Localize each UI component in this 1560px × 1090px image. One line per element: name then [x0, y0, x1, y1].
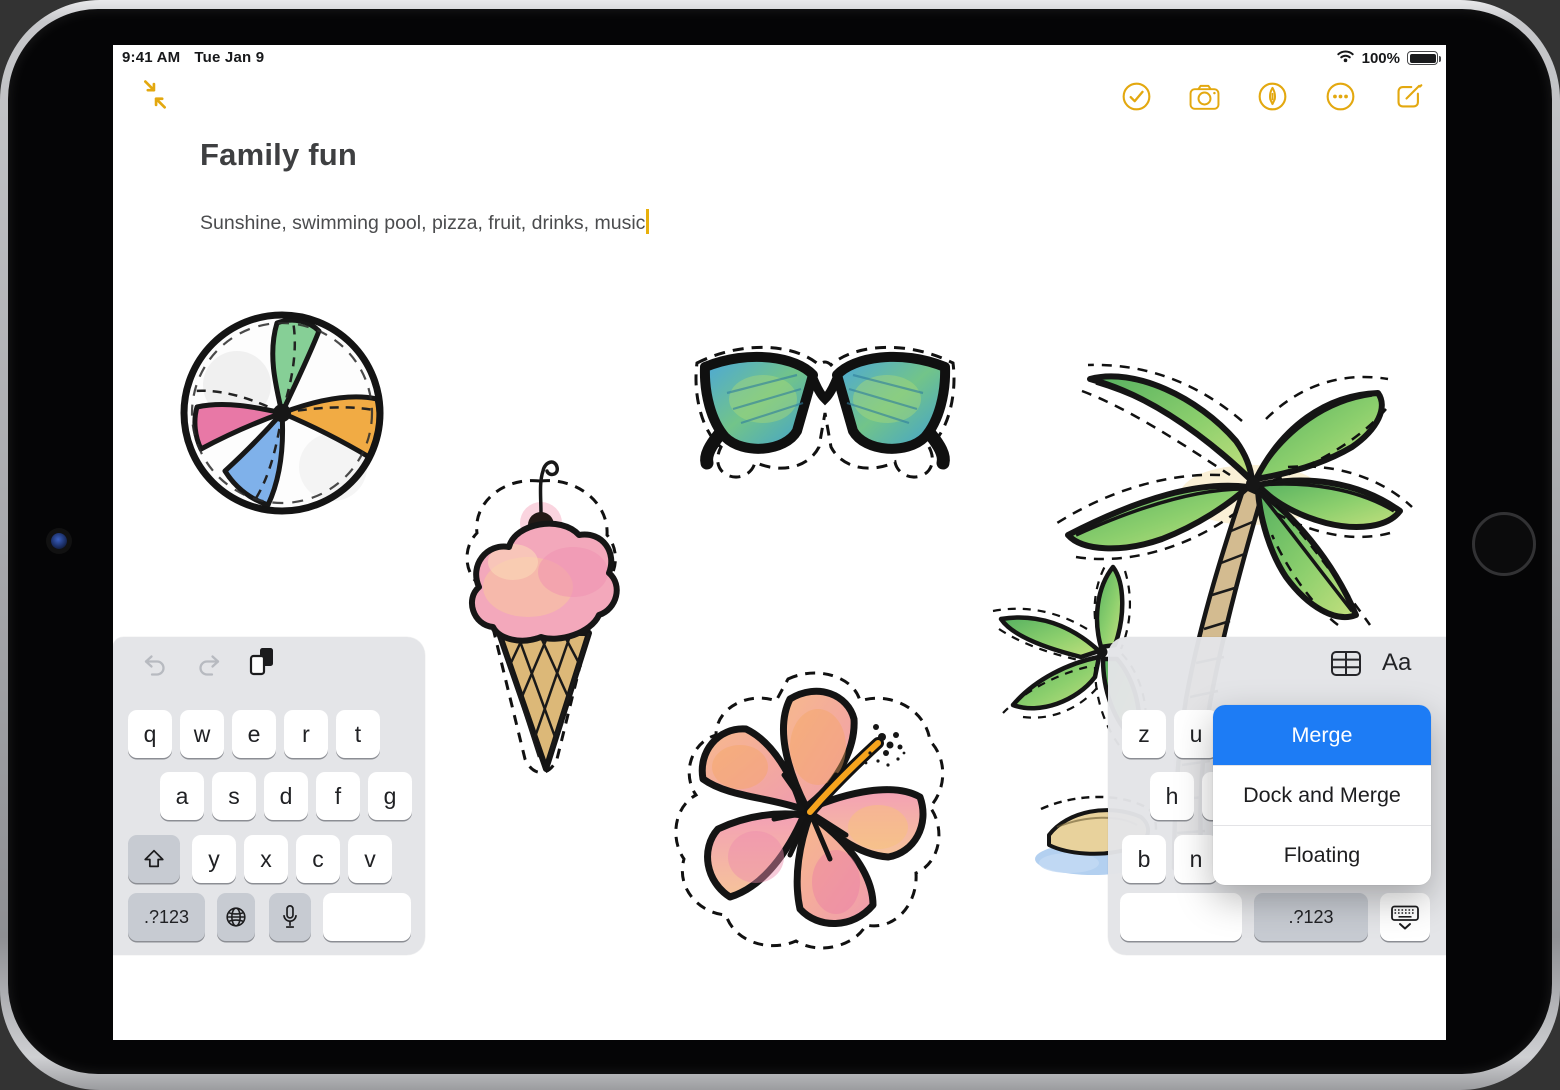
front-camera — [51, 533, 67, 549]
dismiss-keyboard-key[interactable] — [1380, 893, 1430, 941]
note-body-text: Sunshine, swimming pool, pizza, fruit, d… — [200, 212, 646, 234]
undo-icon[interactable] — [141, 651, 169, 679]
checklist-icon[interactable] — [1121, 82, 1152, 111]
sticker-ice-cream-cone[interactable] — [443, 437, 643, 787]
key-b[interactable]: b — [1122, 835, 1166, 883]
battery-percent: 100% — [1361, 49, 1400, 67]
format-button[interactable]: Aa — [1382, 649, 1411, 677]
status-bar-left: 9:41 AM Tue Jan 9 — [122, 49, 264, 66]
key-y[interactable]: y — [192, 835, 236, 883]
camera-icon[interactable] — [1189, 82, 1220, 111]
paste-icon[interactable] — [247, 646, 277, 680]
sticker-hibiscus-flower[interactable] — [668, 657, 958, 957]
markup-icon[interactable] — [1257, 82, 1288, 111]
note-toolbar — [1121, 82, 1424, 111]
sticker-sunglasses[interactable] — [685, 331, 965, 491]
key-u[interactable]: u — [1174, 710, 1218, 758]
compose-icon[interactable] — [1393, 82, 1424, 111]
note-body[interactable]: Sunshine, swimming pool, pizza, fruit, d… — [200, 209, 650, 235]
status-bar-right: 100% — [1336, 48, 1441, 68]
globe-icon — [223, 904, 249, 930]
menu-item-merge[interactable]: Merge — [1213, 705, 1431, 765]
keyboard-left-half: q w e r t a s d f g y x c v .?123 — [113, 637, 425, 955]
notes-app-screen: 9:41 AM Tue Jan 9 100% Family fun Sunshi… — [113, 45, 1446, 1040]
battery-icon — [1407, 51, 1441, 65]
redo-icon[interactable] — [195, 651, 223, 679]
key-n[interactable]: n — [1174, 835, 1218, 883]
text-cursor — [646, 209, 650, 234]
more-icon[interactable] — [1325, 82, 1356, 111]
key-v[interactable]: v — [348, 835, 392, 883]
key-t[interactable]: t — [336, 710, 380, 758]
key-d[interactable]: d — [264, 772, 308, 820]
key-c[interactable]: c — [296, 835, 340, 883]
ipad-device-edge: 9:41 AM Tue Jan 9 100% Family fun Sunshi… — [0, 0, 1560, 1090]
home-button[interactable] — [1472, 512, 1536, 576]
key-a[interactable]: a — [160, 772, 204, 820]
key-g[interactable]: g — [368, 772, 412, 820]
key-z[interactable]: z — [1122, 710, 1166, 758]
sticker-beach-ball[interactable] — [171, 307, 393, 522]
keyboard-layout-menu: Merge Dock and Merge Floating — [1213, 705, 1431, 885]
status-date: Tue Jan 9 — [194, 49, 265, 66]
globe-key[interactable] — [217, 893, 255, 941]
dictation-key[interactable] — [269, 893, 311, 941]
space-key-right[interactable] — [1120, 893, 1242, 941]
key-w[interactable]: w — [180, 710, 224, 758]
menu-item-dock-and-merge[interactable]: Dock and Merge — [1213, 765, 1431, 825]
dismiss-keyboard-icon — [1389, 904, 1421, 931]
key-h[interactable]: h — [1150, 772, 1194, 820]
menu-item-floating[interactable]: Floating — [1213, 825, 1431, 885]
status-time: 9:41 AM — [122, 49, 181, 66]
wifi-icon — [1336, 48, 1355, 68]
key-f[interactable]: f — [316, 772, 360, 820]
key-e[interactable]: e — [232, 710, 276, 758]
collapse-note-icon[interactable] — [140, 80, 170, 110]
numbers-key-right[interactable]: .?123 — [1254, 893, 1368, 941]
key-s[interactable]: s — [212, 772, 256, 820]
shift-icon — [141, 847, 167, 871]
note-title[interactable]: Family fun — [200, 137, 357, 173]
space-key-left[interactable] — [323, 893, 411, 941]
shift-key[interactable] — [128, 835, 180, 883]
key-x[interactable]: x — [244, 835, 288, 883]
key-q[interactable]: q — [128, 710, 172, 758]
table-icon[interactable] — [1330, 649, 1362, 679]
key-r[interactable]: r — [284, 710, 328, 758]
numbers-key-left[interactable]: .?123 — [128, 893, 205, 941]
mic-icon — [277, 903, 303, 931]
